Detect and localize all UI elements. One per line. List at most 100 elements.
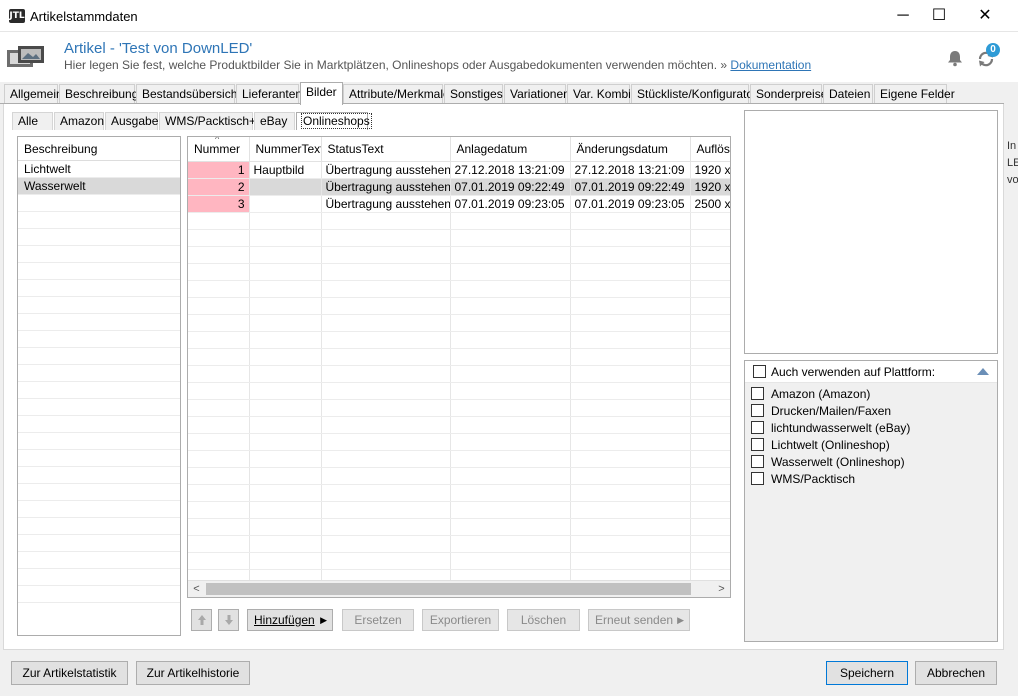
platform-checkbox-wms[interactable]	[751, 472, 764, 485]
subtab-wms-packtisch[interactable]: WMS/Packtisch+	[159, 112, 256, 130]
tab-variationen[interactable]: Variationen	[504, 84, 570, 104]
move-up-button[interactable]	[191, 609, 212, 631]
cancel-button[interactable]: Abbrechen	[915, 661, 997, 685]
cell-aufloesung[interactable]: 2500 x	[690, 195, 730, 213]
empty-row	[18, 229, 180, 246]
cell-nummer[interactable]: 1	[188, 161, 250, 179]
tab-bestandsuebersicht[interactable]: Bestandsübersicht	[136, 84, 241, 104]
tab-stueckliste-konfigurator[interactable]: Stückliste/Konfigurator	[631, 84, 757, 104]
empty-row	[18, 518, 180, 535]
close-button[interactable]: ✕	[962, 0, 1008, 32]
cell-status[interactable]: Übertragung ausstehend	[321, 195, 451, 213]
list-item[interactable]: Wasserwelt	[18, 178, 180, 195]
subtab-ebay[interactable]: eBay	[254, 112, 295, 130]
cell-nummertext[interactable]	[249, 195, 322, 213]
empty-row	[18, 501, 180, 518]
collapse-icon[interactable]	[977, 368, 989, 375]
table-row[interactable]: 2 Übertragung ausstehend 07.01.2019 09:2…	[188, 178, 730, 196]
tab-beschreibung[interactable]: Beschreibung	[59, 84, 138, 104]
cell-aenderungsdatum[interactable]: 07.01.2019 09:23:05	[570, 195, 691, 213]
platform-checkbox-wasserwelt[interactable]	[751, 455, 764, 468]
column-header-anlagedatum[interactable]: Anlagedatum	[450, 137, 571, 162]
scrollbar-thumb[interactable]	[206, 583, 691, 595]
background-window-text: vo	[1007, 174, 1018, 186]
empty-row	[18, 365, 180, 382]
cell-anlagedatum[interactable]: 27.12.2018 13:21:09	[450, 161, 571, 179]
tab-bilder[interactable]: Bilder	[300, 82, 343, 105]
replace-button[interactable]: Ersetzen	[342, 609, 414, 631]
platform-checkbox-lichtwelt[interactable]	[751, 438, 764, 451]
dropdown-arrow-icon: ▶	[677, 615, 684, 625]
column-header-nummer[interactable]: ^ Nummer	[188, 137, 250, 162]
empty-row	[188, 263, 730, 281]
empty-row	[188, 501, 730, 519]
use-on-all-platforms-checkbox[interactable]	[753, 365, 766, 378]
cell-aenderungsdatum[interactable]: 27.12.2018 13:21:09	[570, 161, 691, 179]
sub-tabbar: Alle Amazon Ausgabe WMS/Packtisch+ eBay …	[12, 112, 372, 130]
subtab-amazon[interactable]: Amazon	[54, 112, 104, 130]
platform-label: lichtundwasserwelt (eBay)	[771, 421, 911, 435]
tab-sonderpreise[interactable]: Sonderpreise	[750, 84, 827, 104]
subtab-onlineshops[interactable]: Onlineshops	[296, 112, 372, 130]
maximize-button[interactable]: ☐	[916, 0, 962, 32]
horizontal-scrollbar[interactable]: < >	[188, 580, 730, 597]
empty-row	[188, 246, 730, 264]
cell-nummer[interactable]: 3	[188, 195, 250, 213]
cell-nummer[interactable]: 2	[188, 178, 250, 196]
empty-row	[188, 382, 730, 400]
column-header-aenderungsdatum[interactable]: Änderungsdatum	[570, 137, 691, 162]
cell-nummertext[interactable]: Hauptbild	[249, 161, 322, 179]
cell-aufloesung[interactable]: 1920 x	[690, 161, 730, 179]
article-statistics-button[interactable]: Zur Artikelstatistik	[11, 661, 128, 685]
cell-anlagedatum[interactable]: 07.01.2019 09:22:49	[450, 178, 571, 196]
empty-row	[188, 416, 730, 434]
resend-button[interactable]: Erneut senden ▶	[588, 609, 690, 631]
column-header-aufloesung[interactable]: Auflösu	[690, 137, 730, 162]
table-row[interactable]: 1 Hauptbild Übertragung ausstehend 27.12…	[188, 161, 730, 179]
table-row[interactable]: 3 Übertragung ausstehend 07.01.2019 09:2…	[188, 195, 730, 213]
empty-row	[18, 212, 180, 229]
cell-status[interactable]: Übertragung ausstehend	[321, 178, 451, 196]
cell-status[interactable]: Übertragung ausstehend	[321, 161, 451, 179]
tab-allgemein[interactable]: Allgemein	[4, 84, 63, 104]
empty-row	[188, 399, 730, 417]
delete-button[interactable]: Löschen	[507, 609, 580, 631]
tab-attribute-merkmale[interactable]: Attribute/Merkmale	[343, 84, 450, 104]
bell-icon[interactable]	[946, 49, 964, 67]
column-header-statustext[interactable]: StatusText	[321, 137, 451, 162]
save-button[interactable]: Speichern	[826, 661, 908, 685]
scroll-right-icon[interactable]: >	[713, 581, 730, 598]
export-button[interactable]: Exportieren	[422, 609, 499, 631]
move-down-button[interactable]	[218, 609, 239, 631]
platform-checkbox-ebay[interactable]	[751, 421, 764, 434]
scroll-left-icon[interactable]: <	[188, 581, 205, 598]
article-history-button[interactable]: Zur Artikelhistorie	[136, 661, 250, 685]
documentation-link[interactable]: Dokumentation	[730, 58, 811, 72]
column-header-nummertext[interactable]: NummerText	[249, 137, 322, 162]
platform-checkbox-drucken[interactable]	[751, 404, 764, 417]
tab-lieferanten[interactable]: Lieferanten	[236, 84, 302, 104]
shop-list-header[interactable]: Beschreibung	[18, 137, 180, 161]
tab-var-kombi[interactable]: Var. Kombi	[567, 84, 631, 104]
subtab-ausgabe[interactable]: Ausgabe	[105, 112, 158, 130]
platform-checkbox-amazon[interactable]	[751, 387, 764, 400]
list-item[interactable]: Lichtwelt	[18, 161, 180, 178]
empty-row	[18, 535, 180, 552]
tab-sonstiges[interactable]: Sonstiges	[444, 84, 503, 104]
add-button[interactable]: Hinzufügen ▶	[247, 609, 333, 631]
cell-anlagedatum[interactable]: 07.01.2019 09:23:05	[450, 195, 571, 213]
tab-eigene-felder[interactable]: Eigene Felder	[874, 84, 955, 104]
cell-nummertext[interactable]	[249, 178, 322, 196]
empty-row	[18, 195, 180, 212]
platform-label: Amazon (Amazon)	[771, 387, 871, 401]
subtab-alle[interactable]: Alle	[12, 112, 53, 130]
page-header: Artikel - 'Test von DownLED' Hier legen …	[0, 32, 1018, 82]
platform-panel-header[interactable]: Auch verwenden auf Plattform:	[745, 361, 997, 383]
page-description: Hier legen Sie fest, welche Produktbilde…	[64, 58, 812, 72]
cell-aufloesung[interactable]: 1920 x	[690, 178, 730, 196]
background-window-text: In	[1007, 140, 1017, 152]
cell-aenderungsdatum[interactable]: 07.01.2019 09:22:49	[570, 178, 691, 196]
platform-label: Wasserwelt (Onlineshop)	[771, 455, 905, 469]
empty-row	[18, 433, 180, 450]
tab-dateien[interactable]: Dateien	[823, 84, 873, 104]
